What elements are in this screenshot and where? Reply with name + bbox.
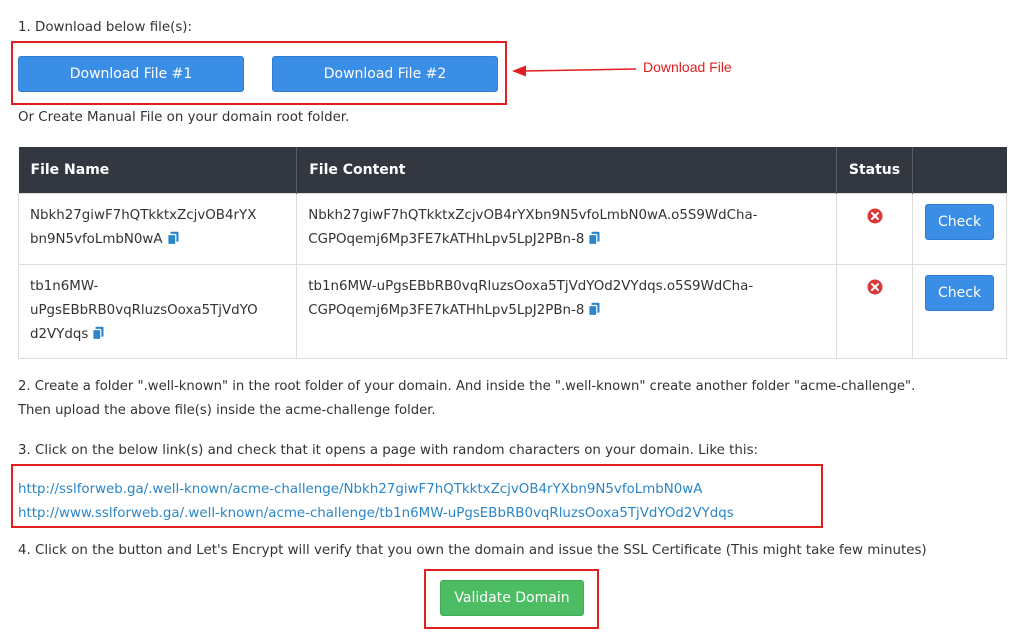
manual-file-text: Or Create Manual File on your domain roo… — [18, 110, 350, 125]
verification-link[interactable]: http://www.sslforweb.ga/.well-known/acme… — [18, 502, 734, 526]
copy-icon[interactable] — [92, 326, 104, 340]
status-cell — [835, 192, 914, 265]
check-button[interactable]: Check — [925, 203, 995, 240]
file-content-line: CGPOqemj6Mp3FE7kATHhLpv5LpJ2PBn-8 — [308, 231, 585, 247]
check-button[interactable]: Check — [925, 274, 995, 311]
file-content-line: CGPOqemj6Mp3FE7kATHhLpv5LpJ2PBn-8 — [308, 302, 585, 318]
step2-line2: Then upload the above file(s) inside the… — [18, 403, 436, 418]
error-status-icon — [867, 279, 882, 294]
copy-icon[interactable] — [588, 302, 600, 316]
action-cell: Check — [912, 263, 1007, 359]
column-header-file-name: File Name — [18, 147, 298, 193]
files-table: File Name File Content Status Nbkh27giwF… — [17, 147, 1007, 359]
column-header-action — [912, 147, 1007, 193]
file-content-line: Nbkh27giwF7hQTkktxZcjvOB4rYXbn9N5vfoLmbN… — [308, 207, 758, 223]
file-name-cell: tb1n6MW- uPgsEBbRB0vqRluzsOoxa5TjVdYO d2… — [17, 263, 298, 359]
file-content-line: tb1n6MW-uPgsEBbRB0vqRluzsOoxa5TjVdYOd2VY… — [308, 278, 754, 294]
column-header-status: Status — [836, 147, 914, 193]
step4-heading: 4. Click on the button and Let's Encrypt… — [18, 543, 927, 558]
verification-link[interactable]: http://sslforweb.ga/.well-known/acme-cha… — [18, 478, 734, 502]
step1-heading: 1. Download below file(s): — [18, 20, 193, 35]
column-header-file-content: File Content — [296, 147, 837, 193]
step3-heading: 3. Click on the below link(s) and check … — [18, 443, 759, 458]
copy-icon[interactable] — [166, 231, 179, 245]
file-name-cell: Nbkh27giwF7hQTkktxZcjvOB4rYX bn9N5vfoLmb… — [17, 192, 298, 265]
table-header-row: File Name File Content Status — [18, 147, 1007, 193]
file-name-line: tb1n6MW- — [30, 278, 99, 294]
error-status-icon — [867, 208, 882, 223]
download-annotation-label: Download File — [643, 59, 732, 75]
file-content-cell: tb1n6MW-uPgsEBbRB0vqRluzsOoxa5TjVdYOd2VY… — [296, 263, 837, 359]
table-row: tb1n6MW- uPgsEBbRB0vqRluzsOoxa5TjVdYO d2… — [17, 263, 1007, 359]
action-cell: Check — [912, 192, 1007, 265]
download-file-1-button[interactable]: Download File #1 — [18, 56, 244, 92]
validate-domain-button[interactable]: Validate Domain — [440, 580, 584, 616]
file-name-line: d2VYdqs — [30, 326, 89, 342]
copy-icon[interactable] — [588, 231, 600, 245]
file-name-line: uPgsEBbRB0vqRluzsOoxa5TjVdYO — [30, 302, 258, 318]
file-name-line: bn9N5vfoLmbN0wA — [30, 231, 163, 247]
download-file-2-button[interactable]: Download File #2 — [272, 56, 498, 92]
annotation-arrow-icon — [512, 65, 637, 77]
file-name-line: Nbkh27giwF7hQTkktxZcjvOB4rYX — [30, 207, 257, 223]
file-content-cell: Nbkh27giwF7hQTkktxZcjvOB4rYXbn9N5vfoLmbN… — [296, 192, 837, 265]
status-cell — [835, 263, 914, 359]
table-row: Nbkh27giwF7hQTkktxZcjvOB4rYX bn9N5vfoLmb… — [17, 192, 1007, 265]
